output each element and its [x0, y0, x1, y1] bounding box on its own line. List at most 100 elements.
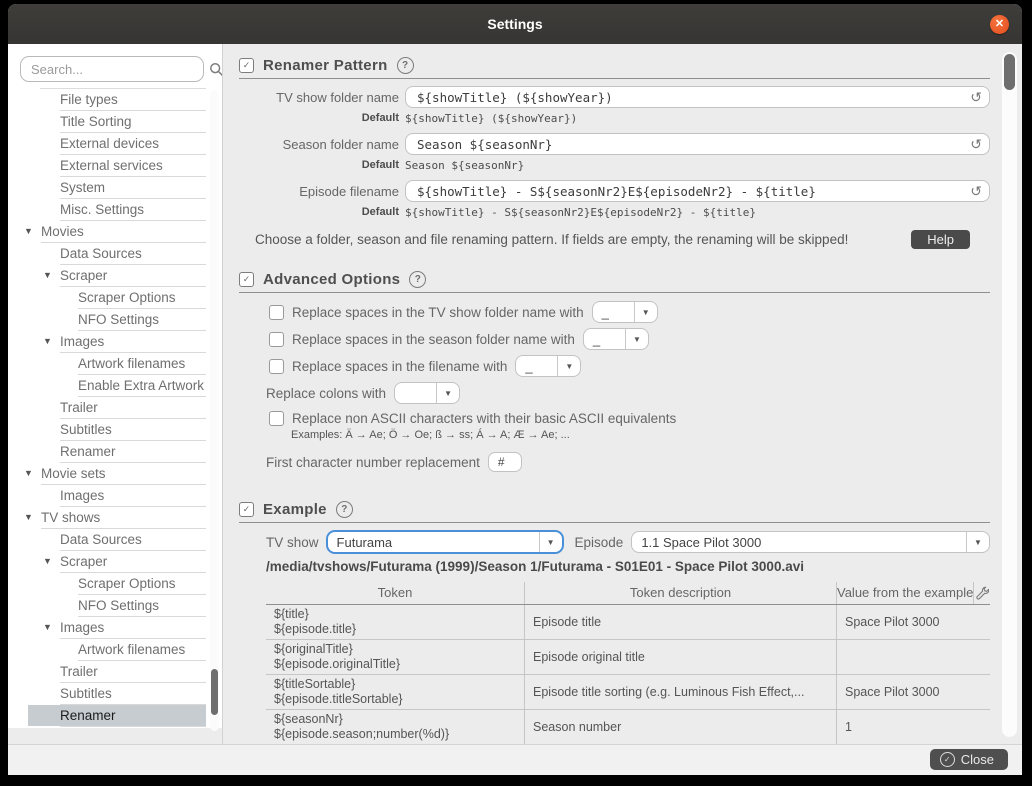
expanded-triangle-icon[interactable]: ▼ — [43, 551, 52, 572]
close-window-button[interactable]: ✕ — [990, 15, 1009, 34]
column-header-description[interactable]: Token description — [525, 582, 837, 604]
sidebar-item-artwork-filenames[interactable]: Artwork filenames — [78, 639, 206, 661]
episode-select[interactable]: 1.1 Space Pilot 3000 ▼ — [631, 531, 990, 553]
sidebar-item-label: Trailer — [60, 400, 98, 415]
help-button[interactable]: Help — [911, 230, 970, 249]
filename-space-replacement-dropdown[interactable]: _ ▼ — [515, 355, 581, 377]
replace-spaces-filename-checkbox[interactable] — [269, 359, 284, 374]
episode-filename-field[interactable]: ↺ — [405, 180, 990, 202]
chevron-down-icon[interactable]: ▼ — [966, 532, 989, 552]
sidebar-item-scraper[interactable]: ▼Scraper — [60, 265, 206, 287]
field-label: Season folder name — [239, 137, 399, 152]
section-collapse-checkbox-icon[interactable]: ✓ — [239, 58, 254, 73]
sidebar-item-nfo-settings[interactable]: NFO Settings — [78, 595, 206, 617]
sidebar-item-subtitles[interactable]: Subtitles — [60, 419, 206, 441]
tvshow-select[interactable]: Futurama ▼ — [327, 531, 563, 553]
chevron-down-icon[interactable]: ▼ — [436, 383, 459, 403]
renamer-hint-text: Choose a folder, season and file renamin… — [255, 232, 848, 247]
season-folder-name-row: Season folder name ↺ — [239, 133, 990, 155]
sidebar-item-trailer[interactable]: Trailer — [60, 661, 206, 683]
renamer-pattern-header: ✓ Renamer Pattern ? — [239, 57, 990, 79]
sidebar-item-images[interactable]: ▼Images — [60, 331, 206, 353]
token-table-row: ${seasonNr}${episode.season;number(%d)}S… — [266, 710, 990, 745]
help-question-icon[interactable]: ? — [409, 271, 426, 288]
expanded-triangle-icon[interactable]: ▼ — [43, 617, 52, 638]
replace-spaces-tvshow-checkbox[interactable] — [269, 305, 284, 320]
episode-filename-input[interactable] — [415, 183, 961, 200]
main-scrollbar-thumb[interactable] — [1004, 54, 1015, 90]
sidebar-item-external-services[interactable]: External services — [60, 155, 206, 177]
sidebar-item-trailer[interactable]: Trailer — [60, 397, 206, 419]
sidebar-item-nfo-settings[interactable]: NFO Settings — [78, 309, 206, 331]
sidebar-item-label: Artwork filenames — [78, 642, 185, 657]
close-button[interactable]: ✓ Close — [930, 749, 1008, 770]
sidebar-item-external-devices[interactable]: External devices — [60, 133, 206, 155]
sidebar-item-renamer[interactable]: Renamer — [60, 441, 206, 463]
chevron-down-icon[interactable]: ▼ — [634, 302, 657, 322]
main-scrollbar[interactable] — [1002, 52, 1017, 737]
chevron-down-icon[interactable]: ▼ — [539, 532, 562, 552]
token-table: Token Token description Value from the e… — [266, 582, 990, 745]
expanded-triangle-icon[interactable]: ▼ — [43, 331, 52, 352]
section-collapse-checkbox-icon[interactable]: ✓ — [239, 272, 254, 287]
replace-colons-label: Replace colons with — [266, 386, 386, 401]
sidebar-item-movie-sets[interactable]: ▼Movie sets — [41, 463, 206, 485]
sidebar-search-field[interactable] — [20, 56, 204, 82]
help-question-icon[interactable]: ? — [336, 501, 353, 518]
section-title: Renamer Pattern — [263, 57, 388, 74]
table-settings-wrench-icon[interactable] — [974, 582, 990, 604]
description-cell: Season number — [525, 710, 837, 744]
sidebar-item-images[interactable]: Images — [60, 485, 206, 507]
sidebar-item-data-sources[interactable]: Data Sources — [60, 529, 206, 551]
replace-non-ascii-checkbox[interactable] — [269, 411, 284, 426]
expanded-triangle-icon[interactable]: ▼ — [24, 463, 33, 484]
season-folder-name-input[interactable] — [415, 136, 961, 153]
first-character-input[interactable] — [488, 452, 522, 472]
expanded-triangle-icon[interactable]: ▼ — [24, 507, 33, 528]
sidebar-item-enable-extra-artwork[interactable]: Enable Extra Artwork — [78, 375, 206, 397]
tvshow-folder-name-field[interactable]: ↺ — [405, 86, 990, 108]
reset-to-default-icon[interactable]: ↺ — [970, 136, 982, 153]
episode-filename-row: Episode filename ↺ — [239, 180, 990, 202]
colon-replacement-dropdown[interactable]: ▼ — [394, 382, 460, 404]
column-header-value[interactable]: Value from the example — [837, 582, 974, 604]
sidebar-item-renamer[interactable]: Renamer — [60, 705, 206, 727]
sidebar-item-movies[interactable]: ▼Movies — [41, 221, 206, 243]
expanded-triangle-icon[interactable]: ▼ — [43, 265, 52, 286]
sidebar-scrollbar[interactable] — [210, 90, 219, 731]
chevron-down-icon[interactable]: ▼ — [557, 356, 580, 376]
sidebar-item-file-types[interactable]: File types — [60, 89, 206, 111]
reset-to-default-icon[interactable]: ↺ — [970, 183, 982, 200]
dropdown-value: _ — [516, 356, 557, 376]
help-question-icon[interactable]: ? — [397, 57, 414, 74]
sidebar-item-scraper-options[interactable]: Scraper Options — [78, 573, 206, 595]
token-table-row: ${originalTitle}${episode.originalTitle}… — [266, 640, 990, 675]
sidebar-item-misc-settings[interactable]: Misc. Settings — [60, 199, 206, 221]
tvshow-space-replacement-dropdown[interactable]: _ ▼ — [592, 301, 658, 323]
replace-spaces-season-row: Replace spaces in the season folder name… — [269, 328, 990, 350]
season-space-replacement-dropdown[interactable]: _ ▼ — [583, 328, 649, 350]
sidebar-item-images[interactable]: ▼Images — [60, 617, 206, 639]
replace-spaces-season-checkbox[interactable] — [269, 332, 284, 347]
replace-non-ascii-row: Replace non ASCII characters with their … — [269, 409, 990, 427]
tvshow-folder-name-input[interactable] — [415, 89, 961, 106]
default-label: Default — [239, 159, 399, 171]
sidebar-item-title-sorting[interactable]: Title Sorting — [60, 111, 206, 133]
season-folder-name-field[interactable]: ↺ — [405, 133, 990, 155]
column-header-token[interactable]: Token — [266, 582, 525, 604]
sidebar-item-scraper[interactable]: ▼Scraper — [60, 551, 206, 573]
sidebar-item-label: Scraper Options — [78, 576, 176, 591]
section-collapse-checkbox-icon[interactable]: ✓ — [239, 502, 254, 517]
sidebar-item-system[interactable]: System — [60, 177, 206, 199]
expanded-triangle-icon[interactable]: ▼ — [24, 221, 33, 242]
sidebar-item-tv-shows[interactable]: ▼TV shows — [41, 507, 206, 529]
sidebar-item-artwork-filenames[interactable]: Artwork filenames — [78, 353, 206, 375]
reset-to-default-icon[interactable]: ↺ — [970, 89, 982, 106]
sidebar-item-data-sources[interactable]: Data Sources — [60, 243, 206, 265]
chevron-down-icon[interactable]: ▼ — [625, 329, 648, 349]
sidebar-item-subtitles[interactable]: Subtitles — [60, 683, 206, 705]
sidebar-item-scraper-options[interactable]: Scraper Options — [78, 287, 206, 309]
sidebar-item-label: Scraper Options — [78, 290, 176, 305]
sidebar-scrollbar-thumb[interactable] — [211, 669, 218, 715]
search-input[interactable] — [29, 61, 209, 78]
